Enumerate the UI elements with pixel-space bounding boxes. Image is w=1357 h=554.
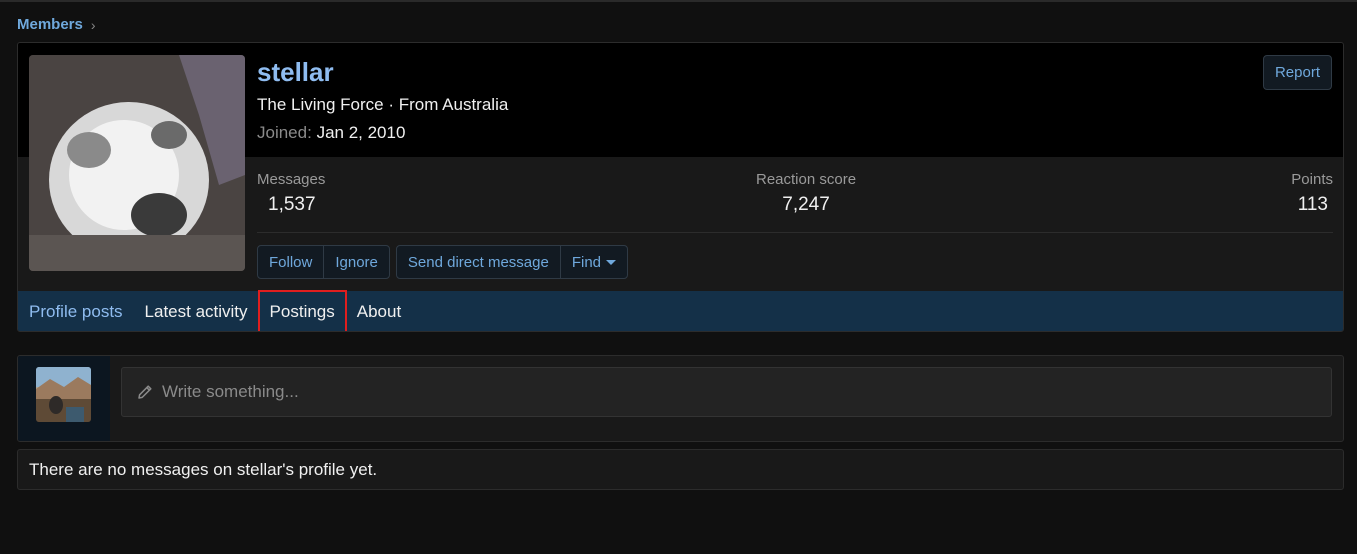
report-button[interactable]: Report <box>1262 55 1332 90</box>
profile-actions: Follow Ignore Send direct message Find <box>257 245 629 279</box>
breadcrumb: Members › <box>17 16 96 33</box>
tab-profile-posts[interactable]: Profile posts <box>18 291 134 331</box>
profile-subtitle: The Living Force · From Australia <box>257 95 509 114</box>
stat-messages-value[interactable]: 1,537 <box>257 194 325 216</box>
profile-avatar[interactable] <box>29 55 245 271</box>
profile-username[interactable]: stellar <box>257 57 334 88</box>
composer-avatar-column <box>18 356 110 441</box>
top-divider <box>0 0 1357 2</box>
find-menu-button[interactable]: Find <box>559 246 627 278</box>
send-direct-message-button[interactable]: Send direct message <box>397 246 560 278</box>
stat-reaction-value[interactable]: 7,247 <box>756 194 856 216</box>
ignore-button[interactable]: Ignore <box>323 246 389 278</box>
pencil-icon <box>136 383 154 401</box>
stat-messages[interactable]: Messages 1,537 <box>257 171 325 216</box>
stat-messages-label: Messages <box>257 171 326 188</box>
no-messages-notice: There are no messages on stellar's profi… <box>17 449 1344 490</box>
current-user-avatar[interactable] <box>36 367 91 422</box>
profile-card: stellar The Living Force · From Australi… <box>17 42 1344 332</box>
write-something-placeholder: Write something... <box>162 382 299 401</box>
stat-points-value[interactable]: 113 <box>1291 194 1333 216</box>
chevron-right-icon: › <box>90 16 96 33</box>
tab-latest-activity[interactable]: Latest activity <box>134 291 259 331</box>
joined-date: Jan 2, 2010 <box>316 123 406 142</box>
message-find-group: Send direct message Find <box>395 245 629 279</box>
tab-about[interactable]: About <box>346 291 412 331</box>
breadcrumb-members-link[interactable]: Members <box>17 16 83 33</box>
tab-postings[interactable]: Postings <box>257 290 347 331</box>
caret-down-icon <box>606 259 617 265</box>
find-label: Find <box>571 253 602 271</box>
joined-label: Joined: <box>257 123 312 142</box>
profile-joined: Joined: Jan 2, 2010 <box>257 123 405 143</box>
follow-ignore-group: Follow Ignore <box>257 245 390 279</box>
profile-stats: Messages 1,537 Reaction score 7,247 Poin… <box>257 157 1333 233</box>
stat-reaction-label: Reaction score <box>756 171 857 188</box>
write-something-input[interactable]: Write something... <box>121 367 1332 417</box>
stat-points-label: Points <box>1291 171 1333 188</box>
stat-reaction-score[interactable]: Reaction score 7,247 <box>756 171 856 216</box>
follow-button[interactable]: Follow <box>258 246 323 278</box>
profile-tabs: Profile posts Latest activity Postings A… <box>18 290 1343 331</box>
profile-post-composer: Write something... <box>17 355 1344 442</box>
stat-points[interactable]: Points 113 <box>1291 171 1333 216</box>
